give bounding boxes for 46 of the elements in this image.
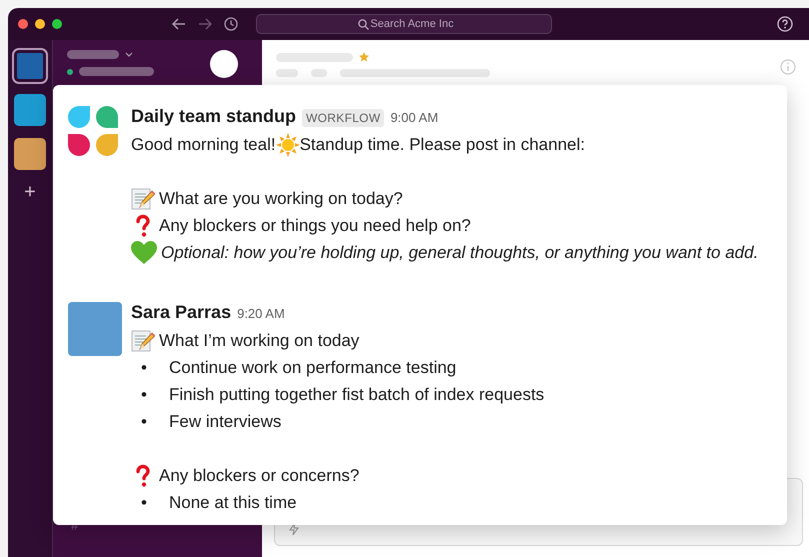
- profile-circle[interactable]: [210, 50, 238, 78]
- message-text: Any blockers or things you need help on?: [159, 216, 471, 236]
- workspace-icon[interactable]: [14, 138, 46, 170]
- bullet-icon: •: [141, 384, 165, 404]
- minimize-button[interactable]: [35, 19, 45, 29]
- message-text: Finish putting together fist batch of index requests: [169, 384, 544, 404]
- bullet-icon: •: [141, 492, 165, 512]
- message-text: What are you working on today?: [159, 188, 403, 208]
- history-icon[interactable]: [224, 17, 238, 31]
- sun-icon: [276, 132, 300, 156]
- workflow-badge: WORKFLOW: [302, 109, 384, 127]
- logo-icon: [68, 106, 118, 156]
- memo-icon: [131, 328, 155, 352]
- message-text: Few interviews: [169, 412, 282, 432]
- message-text: Continue work on performance testing: [169, 358, 456, 378]
- workspace-icon[interactable]: [14, 94, 46, 126]
- placeholder-bar: [67, 50, 119, 59]
- bullet-icon: •: [141, 358, 165, 378]
- back-arrow-icon[interactable]: [172, 18, 186, 30]
- message-text: Any blockers or concerns?: [159, 466, 360, 486]
- status-dot: [67, 68, 73, 74]
- message-text: What I’m working on today: [159, 330, 360, 350]
- close-button[interactable]: [18, 19, 28, 29]
- memo-icon: [131, 186, 155, 210]
- lightning-icon[interactable]: [289, 523, 299, 535]
- workspace-icon[interactable]: [14, 50, 46, 82]
- search-icon: [358, 19, 369, 30]
- search-field[interactable]: Search Acme Inc: [256, 14, 552, 34]
- timestamp[interactable]: 9:00 AM: [390, 110, 438, 125]
- message-text: None at this time: [169, 492, 297, 512]
- heart-icon: [131, 240, 157, 264]
- bullet-icon: •: [141, 412, 165, 432]
- forward-arrow-icon[interactable]: [198, 18, 212, 30]
- message-text: Good morning teal!: [131, 134, 276, 154]
- help-icon[interactable]: [777, 16, 793, 32]
- timestamp[interactable]: 9:20 AM: [237, 306, 285, 321]
- message-text: Optional: how you’re holding up, general thoughts, or anything you want to add.: [161, 242, 758, 262]
- placeholder-bar: [311, 69, 327, 77]
- star-icon[interactable]: [359, 52, 369, 62]
- maximize-button[interactable]: [52, 19, 62, 29]
- message-text: Standup time. Please post in channel:: [300, 134, 585, 154]
- author-name[interactable]: Daily team standup: [131, 106, 296, 127]
- chevron-icon[interactable]: [125, 52, 133, 58]
- author-name[interactable]: Sara Parras: [131, 302, 232, 323]
- placeholder-bar: [276, 69, 298, 77]
- add-workspace-button[interactable]: +: [24, 182, 36, 202]
